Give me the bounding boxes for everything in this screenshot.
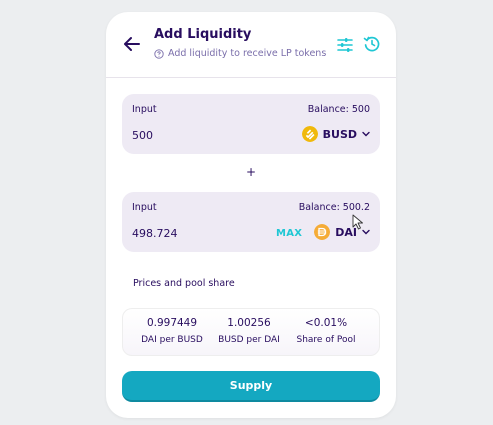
page-subtitle: Add liquidity to receive LP tokens: [154, 48, 326, 59]
amount-input-b[interactable]: [132, 227, 242, 240]
supply-button[interactable]: Supply: [122, 371, 380, 402]
prices-title: Prices and pool share: [133, 278, 235, 289]
price-label: BUSD per DAI: [218, 335, 280, 345]
plus-sign: +: [246, 165, 257, 179]
share-label: Share of Pool: [296, 335, 356, 345]
price-item: 1.00256 BUSD per DAI: [206, 317, 292, 345]
page-title: Add Liquidity: [154, 27, 252, 42]
price-item: 0.997449 DAI per BUSD: [129, 317, 215, 345]
card-header: Add Liquidity Add liquidity to receive L…: [106, 12, 396, 78]
max-button[interactable]: MAX: [276, 228, 302, 239]
dai-token-icon: [314, 224, 331, 240]
price-value: 0.997449: [146, 317, 198, 329]
input-panel-b: Input Balance: 500.2 MAX DAI: [122, 192, 380, 252]
history-icon[interactable]: [363, 35, 381, 53]
input-panel-a: Input Balance: 500 BUSD: [122, 94, 380, 154]
busd-token-icon: [301, 126, 318, 142]
price-label: DAI per BUSD: [141, 335, 203, 345]
share-value: <0.01%: [304, 317, 348, 329]
balance-text: Balance: 500.2: [298, 202, 370, 213]
question-circle-icon: [154, 48, 164, 59]
subtitle-text: Add liquidity to receive LP tokens: [168, 48, 327, 59]
prices-box: 0.997449 DAI per BUSD 1.00256 BUSD per D…: [122, 308, 380, 356]
input-label: Input: [132, 104, 157, 115]
balance-text: Balance: 500: [307, 104, 370, 115]
input-label: Input: [132, 202, 157, 213]
price-item: <0.01% Share of Pool: [283, 317, 369, 345]
amount-input-a[interactable]: [132, 129, 242, 142]
arrow-left-icon[interactable]: [122, 34, 142, 54]
chevron-down-icon: [362, 131, 370, 137]
price-value: 1.00256: [227, 317, 271, 329]
token-symbol: BUSD: [322, 127, 357, 141]
sliders-icon[interactable]: [336, 36, 354, 54]
token-select-busd[interactable]: BUSD: [301, 126, 370, 142]
mouse-cursor-icon: [352, 214, 363, 230]
